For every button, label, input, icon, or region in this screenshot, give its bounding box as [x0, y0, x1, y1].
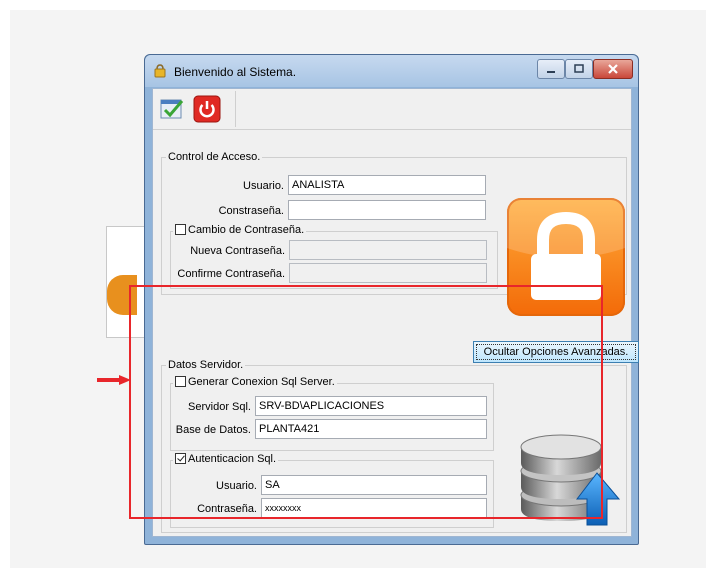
new-password-input[interactable]: [289, 240, 487, 260]
annotation-arrow-icon: [97, 375, 131, 385]
power-icon: [193, 95, 221, 123]
password-input[interactable]: [288, 200, 486, 220]
confirm-password-label: Confirme Contraseña.: [177, 268, 285, 280]
access-control-label: Control de Acceso.: [166, 151, 263, 163]
change-password-label: Cambio de Contraseña.: [188, 224, 305, 236]
window-title: Bienvenido al Sistema.: [174, 65, 297, 79]
user-input[interactable]: [288, 175, 486, 195]
minimize-button[interactable]: [537, 59, 565, 79]
check-list-icon: [160, 99, 184, 119]
toolbar-separator: [235, 91, 236, 127]
change-password-checkbox[interactable]: [175, 224, 186, 235]
change-password-group: Cambio de Contraseña. Nueva Contraseña. …: [170, 224, 498, 289]
close-button[interactable]: [593, 59, 633, 79]
title-bar[interactable]: Bienvenido al Sistema.: [145, 55, 638, 87]
app-icon: [154, 64, 166, 78]
minimize-icon: [547, 71, 555, 73]
exit-button[interactable]: [193, 95, 221, 123]
maximize-button[interactable]: [565, 59, 593, 79]
change-password-header: Cambio de Contraseña.: [173, 224, 307, 236]
highlight-annotation: [129, 285, 603, 519]
toolbar: [153, 89, 631, 130]
new-password-label: Nueva Contraseña.: [190, 245, 285, 257]
confirm-password-input[interactable]: [289, 263, 487, 283]
close-icon: [608, 64, 618, 74]
accept-button[interactable]: [158, 95, 186, 123]
user-label: Usuario.: [243, 180, 284, 192]
maximize-icon: [574, 64, 584, 73]
password-label: Constraseña.: [218, 205, 284, 217]
